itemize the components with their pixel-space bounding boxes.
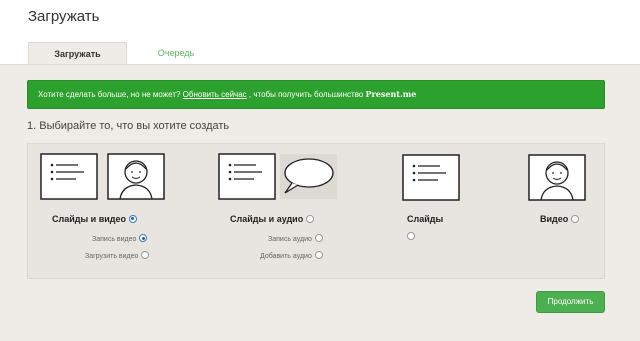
main-content: Хотите сделать больше, но не может? Обно… [0,64,640,341]
video-illustration[interactable] [528,154,586,201]
slides-audio-illustration[interactable] [218,153,338,201]
suboption-add-audio[interactable]: Добавить аудио [260,251,323,260]
option-video-label: Видео [540,214,569,224]
suboption-record-audio[interactable]: Запись аудио [268,234,323,243]
step-heading: 1. Выбирайте то, что вы хотите создать [27,120,230,132]
banner-text-before: Хотите сделать больше, но не может? [38,90,183,99]
radio-slides-video[interactable] [128,214,137,223]
suboption-record-video[interactable]: Запись видео [92,234,148,243]
radio-slides-audio[interactable] [306,214,315,223]
radio-record-audio[interactable] [314,234,323,242]
radio-video[interactable] [571,214,580,223]
suboption-upload-video-label: Загрузить видео [85,252,139,260]
suboption-upload-video[interactable]: Загрузить видео [85,251,150,260]
option-slides-label: Слайды [407,214,444,224]
suboption-add-audio-label: Добавить аудио [260,252,312,260]
options-panel: Слайды и видео Запись видео Загрузить ви… [27,143,605,279]
upgrade-banner: Хотите сделать больше, но не может? Обно… [27,80,605,109]
slides-illustration[interactable] [402,154,460,201]
suboption-record-audio-label: Запись аудио [268,235,312,243]
radio-upload-video[interactable] [141,251,150,259]
tab-queue[interactable]: Очередь [128,42,224,65]
upgrade-link[interactable]: Обновить сейчас [183,90,247,99]
option-slides[interactable]: Слайды [407,214,443,224]
option-slides-video-label: Слайды и видео [52,214,126,224]
radio-slides[interactable] [407,231,415,240]
option-slides-video[interactable]: Слайды и видео [52,214,137,224]
suboption-record-video-label: Запись видео [92,235,137,243]
option-slides-audio[interactable]: Слайды и аудио [230,214,315,224]
header-bar: Загружать Загружать Очередь [0,0,640,65]
option-slides-audio-label: Слайды и аудио [230,214,304,224]
radio-slides-wrap[interactable] [404,228,415,246]
brand-name: Present.me [365,89,417,99]
tab-upload[interactable]: Загружать [28,42,127,65]
radio-add-audio[interactable] [314,251,323,259]
continue-button[interactable]: Продолжить [536,291,605,313]
option-video[interactable]: Видео [540,214,580,224]
radio-record-video[interactable] [139,234,148,242]
page-title: Загружать [28,8,100,25]
slides-video-illustration[interactable] [40,153,166,201]
banner-text-after: , чтобы получить большинство [246,90,366,99]
